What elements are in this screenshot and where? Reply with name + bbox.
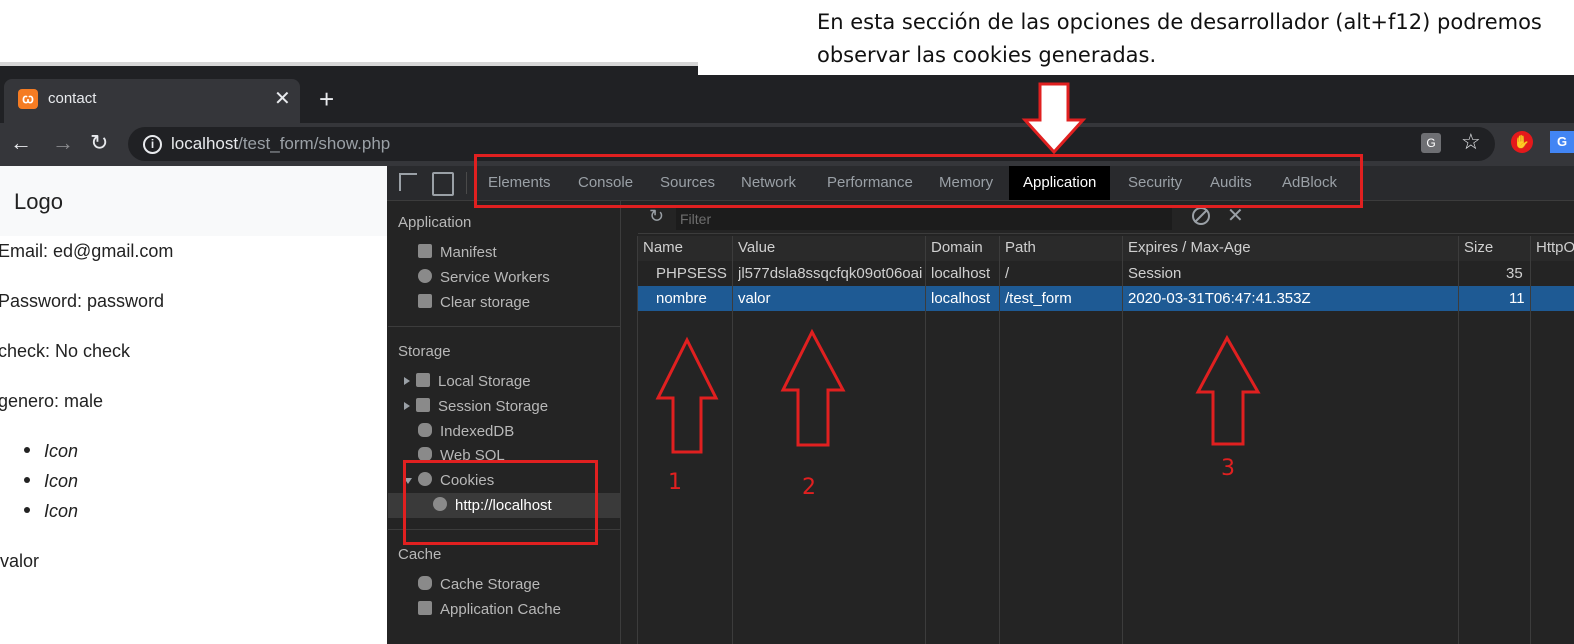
cell-value: jl577dsla8ssqcfqk09ot06oai bbox=[738, 265, 923, 282]
sidebar-item-clear-storage[interactable]: Clear storage bbox=[418, 294, 530, 311]
cell-domain: localhost bbox=[931, 265, 991, 282]
bookmark-star-icon[interactable]: ☆ bbox=[1461, 129, 1481, 155]
trash-icon bbox=[418, 294, 432, 308]
grid-icon bbox=[418, 601, 432, 615]
column-name[interactable]: Name bbox=[643, 239, 683, 256]
cell-name: nombre bbox=[656, 290, 707, 307]
tab-close-icon[interactable]: ✕ bbox=[274, 88, 291, 110]
page-logo[interactable]: Logo bbox=[14, 189, 63, 215]
check-line: check: No check bbox=[0, 341, 131, 361]
column-divider bbox=[732, 236, 733, 644]
annotation-number-1: 1 bbox=[668, 470, 682, 495]
file-icon bbox=[418, 244, 432, 258]
bullet-icon bbox=[24, 507, 30, 514]
tab-title: contact bbox=[48, 90, 97, 107]
column-size[interactable]: Size bbox=[1464, 239, 1493, 256]
column-divider bbox=[637, 236, 638, 644]
new-tab-button[interactable]: + bbox=[319, 86, 334, 112]
cell-expires: Session bbox=[1128, 265, 1182, 282]
url-text[interactable]: localhost/test_form/show.php bbox=[171, 134, 390, 154]
table-row-selected[interactable] bbox=[638, 286, 1574, 311]
grid-icon bbox=[416, 398, 430, 412]
sidebar-item-manifest[interactable]: Manifest bbox=[418, 244, 497, 261]
highlight-box-cookies bbox=[403, 460, 598, 545]
annotation-number-3: 3 bbox=[1221, 456, 1235, 481]
sidebar-item-indexeddb[interactable]: IndexedDB bbox=[418, 423, 514, 440]
translate-icon[interactable]: G bbox=[1421, 133, 1441, 153]
divider bbox=[388, 326, 620, 327]
column-divider bbox=[1530, 236, 1531, 644]
cropped-top-area bbox=[0, 0, 698, 66]
tabbar-top bbox=[0, 66, 698, 75]
genero-line: genero: male bbox=[0, 391, 104, 411]
sidebar-item-session-storage[interactable]: Session Storage bbox=[404, 398, 548, 415]
filter-input[interactable] bbox=[676, 208, 1172, 230]
back-button[interactable]: ← bbox=[10, 130, 32, 156]
caption-line-1: En esta sección de las opciones de desar… bbox=[817, 10, 1542, 34]
list-item: Icon bbox=[24, 471, 78, 492]
annotation-caption: En esta sección de las opciones de desar… bbox=[817, 6, 1567, 72]
cell-expires: 2020-03-31T06:47:41.353Z bbox=[1128, 290, 1311, 307]
sidebar-head-application: Application bbox=[398, 214, 472, 231]
column-expires[interactable]: Expires / Max-Age bbox=[1128, 239, 1251, 256]
annotation-number-2: 2 bbox=[802, 475, 816, 500]
highlight-box-devtools-tabs bbox=[474, 154, 1363, 208]
cell-domain: localhost bbox=[931, 290, 991, 307]
divider bbox=[466, 172, 467, 194]
column-divider bbox=[999, 236, 1000, 644]
column-divider bbox=[925, 236, 926, 644]
cell-size: 35 bbox=[1506, 265, 1523, 282]
sidebar-head-storage: Storage bbox=[398, 343, 451, 360]
database-icon bbox=[418, 447, 432, 461]
bullet-icon bbox=[24, 477, 30, 484]
refresh-icon[interactable]: ↻ bbox=[649, 206, 664, 227]
inspect-element-icon[interactable] bbox=[399, 173, 417, 191]
gear-icon bbox=[418, 269, 432, 283]
cell-path: / bbox=[1005, 265, 1010, 282]
database-icon bbox=[418, 576, 432, 590]
cell-path: /test_form bbox=[1005, 290, 1072, 307]
sidebar-item-cache-storage[interactable]: Cache Storage bbox=[418, 576, 540, 593]
database-icon bbox=[418, 423, 432, 437]
site-info-icon[interactable]: i bbox=[143, 135, 162, 154]
expand-arrow-icon[interactable] bbox=[404, 402, 410, 410]
caption-line-2: observar las cookies generadas. bbox=[817, 43, 1157, 67]
device-toolbar-icon[interactable] bbox=[432, 172, 454, 196]
column-divider bbox=[1458, 236, 1459, 644]
adblock-extension-icon[interactable]: ✋ bbox=[1511, 131, 1533, 153]
xampp-favicon-icon: ꞷ bbox=[18, 89, 38, 109]
cell-size: 11 bbox=[1509, 290, 1525, 307]
column-httponly[interactable]: HttpO bbox=[1536, 239, 1574, 256]
url-host: localhost bbox=[171, 134, 239, 153]
cookies-table-header bbox=[638, 236, 1574, 262]
column-path[interactable]: Path bbox=[1005, 239, 1036, 256]
cell-name: PHPSESS... bbox=[656, 265, 728, 282]
column-domain[interactable]: Domain bbox=[931, 239, 983, 256]
column-divider bbox=[1122, 236, 1123, 644]
bullet-icon bbox=[24, 447, 30, 454]
google-translate-extension-icon[interactable]: G bbox=[1550, 131, 1574, 153]
email-line: Email: ed@gmail.com bbox=[0, 241, 174, 261]
sidebar-item-local-storage[interactable]: Local Storage bbox=[404, 373, 531, 390]
sidebar-item-application-cache[interactable]: Application Cache bbox=[418, 601, 561, 618]
grid-icon bbox=[416, 373, 430, 387]
valor-line: valor bbox=[0, 551, 40, 571]
column-value[interactable]: Value bbox=[738, 239, 775, 256]
password-line: Password: password bbox=[0, 291, 165, 311]
list-item: Icon bbox=[24, 441, 78, 462]
expand-arrow-icon[interactable] bbox=[404, 377, 410, 385]
list-item: Icon bbox=[24, 501, 78, 522]
reload-button[interactable]: ↻ bbox=[90, 130, 108, 156]
sidebar-head-cache: Cache bbox=[398, 546, 442, 563]
url-path: /test_form/show.php bbox=[238, 134, 391, 153]
clear-all-icon[interactable] bbox=[1192, 207, 1210, 225]
sidebar-item-service-workers[interactable]: Service Workers bbox=[418, 269, 550, 286]
forward-button[interactable]: → bbox=[52, 130, 74, 156]
cell-value: valor bbox=[738, 290, 771, 307]
